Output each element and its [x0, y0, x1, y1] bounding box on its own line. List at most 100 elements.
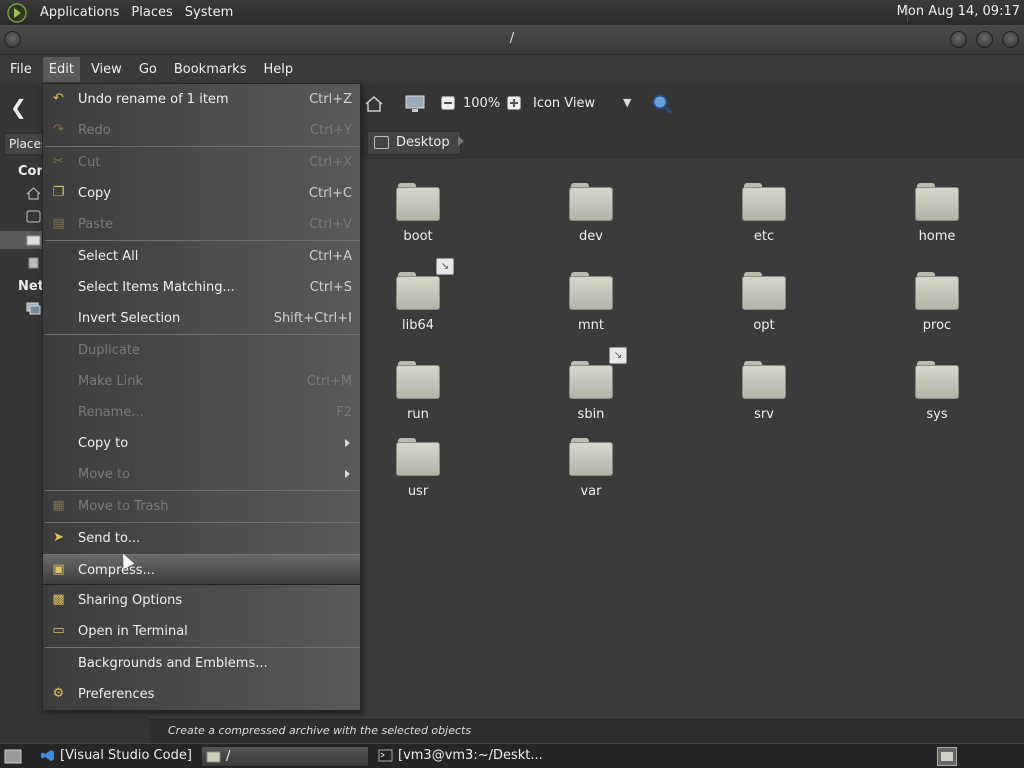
menu-item-label: Select Items Matching... — [78, 280, 235, 295]
taskbar-item-terminal[interactable]: [vm3@vm3:~/Deskt... — [374, 746, 549, 767]
folder-item[interactable]: etc — [704, 183, 824, 244]
zoom-level[interactable]: 100% — [463, 96, 500, 111]
zoom-out-icon[interactable] — [441, 96, 455, 110]
folder-item[interactable]: ↘ sbin — [531, 347, 651, 422]
menu-item-sharing-options[interactable]: ▩ Sharing Options — [43, 585, 360, 616]
menubar: File Edit View Go Bookmarks Help — [0, 55, 1024, 83]
workspace-switcher-icon[interactable] — [937, 747, 957, 766]
close-button[interactable] — [1002, 31, 1019, 48]
folder-item[interactable]: mnt — [531, 272, 651, 333]
zoom-in-icon[interactable] — [507, 96, 521, 110]
menu-item-copy[interactable]: ❐ Copy Ctrl+C — [43, 178, 360, 209]
folder-item[interactable]: sys — [877, 361, 997, 422]
terminal-icon — [378, 749, 393, 762]
folder-item[interactable]: ↘ lib64 — [358, 258, 478, 333]
folder-item[interactable]: var — [531, 438, 651, 499]
menu-item-paste[interactable]: ▤ Paste Ctrl+V — [43, 209, 360, 240]
menu-item-make-link[interactable]: Make Link Ctrl+M — [43, 366, 360, 397]
folder-item[interactable]: proc — [877, 272, 997, 333]
back-arrow-icon[interactable]: ❮ — [10, 95, 27, 119]
panel-menu-applications[interactable]: Applications — [34, 5, 125, 20]
menu-edit[interactable]: Edit — [42, 56, 80, 82]
trash-icon: ▦ — [52, 498, 65, 513]
status-bar: Create a compressed archive with the sel… — [150, 717, 1024, 743]
menu-item-redo[interactable]: ↷ Redo Ctrl+Y — [43, 115, 360, 146]
folder-icon — [396, 361, 440, 399]
chevron-down-icon[interactable]: ▼ — [623, 96, 631, 109]
menu-item-open-in-terminal[interactable]: ▭ Open in Terminal — [43, 616, 360, 647]
menu-item-move-to-trash[interactable]: ▦ Move to Trash — [43, 491, 360, 522]
folder-icon: ↘ — [569, 347, 627, 399]
folder-item[interactable]: srv — [704, 361, 824, 422]
window-titlebar[interactable]: / — [0, 25, 1024, 55]
folder-item[interactable]: opt — [704, 272, 824, 333]
menu-go[interactable]: Go — [133, 57, 163, 82]
archive-icon: ▣ — [52, 562, 65, 577]
taskbar-item-vscode[interactable]: [Visual Studio Code] — [36, 746, 196, 767]
symlink-emblem-icon: ↘ — [609, 347, 627, 364]
menu-item-rename[interactable]: Rename... F2 — [43, 397, 360, 428]
menu-bookmarks[interactable]: Bookmarks — [168, 57, 253, 82]
menu-item-select-all[interactable]: Select All Ctrl+A — [43, 241, 360, 272]
submenu-arrow-icon — [345, 439, 350, 447]
folder-icon — [569, 272, 613, 310]
computer-icon[interactable] — [404, 94, 426, 114]
menu-item-duplicate[interactable]: Duplicate — [43, 335, 360, 366]
menu-item-label: Duplicate — [78, 343, 140, 358]
undo-icon: ↶ — [53, 91, 64, 106]
taskbar-item-files[interactable]: / — [201, 746, 369, 767]
folder-name: dev — [579, 229, 603, 244]
vscode-icon — [41, 750, 54, 761]
menu-item-backgrounds-and-emblems[interactable]: Backgrounds and Emblems... — [43, 648, 360, 679]
path-scroll-right-icon[interactable] — [458, 136, 464, 146]
taskbar-item-label: [Visual Studio Code] — [60, 748, 192, 763]
folder-item[interactable]: dev — [531, 183, 651, 244]
file-icon-view[interactable]: boot dev etc home ↘ lib64 mnt opt proc run ↘ sbin sr… — [362, 159, 1024, 717]
menu-file[interactable]: File — [4, 57, 38, 82]
distro-logo-icon[interactable] — [6, 2, 28, 24]
menu-item-select-items-matching[interactable]: Select Items Matching... Ctrl+S — [43, 272, 360, 303]
menu-item-accelerator: Ctrl+X — [309, 155, 352, 170]
status-text: Create a compressed archive with the sel… — [168, 724, 472, 737]
menu-item-move-to[interactable]: Move to — [43, 459, 360, 490]
menu-item-undo-rename-of-1-item[interactable]: ↶ Undo rename of 1 item Ctrl+Z — [43, 84, 360, 115]
desktop-icon[interactable] — [26, 210, 41, 223]
menu-view[interactable]: View — [85, 57, 128, 82]
network-icon[interactable] — [26, 302, 41, 315]
trash-icon[interactable] — [26, 256, 41, 269]
show-desktop-icon[interactable] — [4, 749, 22, 764]
menu-item-preferences[interactable]: ⚙ Preferences — [43, 679, 360, 710]
menu-item-cut[interactable]: ✂ Cut Ctrl+X — [43, 147, 360, 178]
menu-item-accelerator: Ctrl+A — [309, 249, 352, 264]
menu-item-accelerator: Ctrl+Y — [310, 123, 352, 138]
minimize-button[interactable] — [950, 31, 967, 48]
search-icon[interactable] — [651, 93, 673, 115]
menu-item-compress[interactable]: ▣ Compress... — [43, 554, 360, 585]
path-button-desktop[interactable]: Desktop — [367, 131, 461, 155]
folder-icon — [915, 183, 959, 221]
folder-icon — [742, 272, 786, 310]
home-icon[interactable] — [364, 95, 384, 113]
panel-clock[interactable]: Mon Aug 14, 09:17 — [897, 4, 1020, 19]
home-icon[interactable] — [26, 187, 41, 200]
filesystem-icon[interactable] — [26, 234, 41, 247]
menu-item-label: Move to Trash — [78, 499, 169, 514]
panel-menu-places[interactable]: Places — [125, 5, 178, 20]
view-mode-select[interactable]: Icon View — [533, 96, 595, 111]
panel-menu-system[interactable]: System — [179, 5, 239, 20]
folder-icon — [742, 183, 786, 221]
folder-item[interactable]: run — [358, 361, 478, 422]
menu-item-label: Compress... — [78, 563, 155, 578]
menu-item-invert-selection[interactable]: Invert Selection Shift+Ctrl+I — [43, 303, 360, 334]
menu-item-label: Move to — [78, 467, 131, 482]
folder-item[interactable]: home — [877, 183, 997, 244]
sidebar-places-select[interactable]: Places — [4, 133, 44, 155]
folder-item[interactable]: boot — [358, 183, 478, 244]
maximize-button[interactable] — [976, 31, 993, 48]
menu-item-send-to[interactable]: ➤ Send to... — [43, 523, 360, 554]
menu-item-copy-to[interactable]: Copy to — [43, 428, 360, 459]
folder-item[interactable]: usr — [358, 438, 478, 499]
menu-help[interactable]: Help — [257, 57, 299, 82]
menu-item-accelerator: Ctrl+S — [309, 280, 352, 295]
menu-item-label: Preferences — [78, 687, 155, 702]
